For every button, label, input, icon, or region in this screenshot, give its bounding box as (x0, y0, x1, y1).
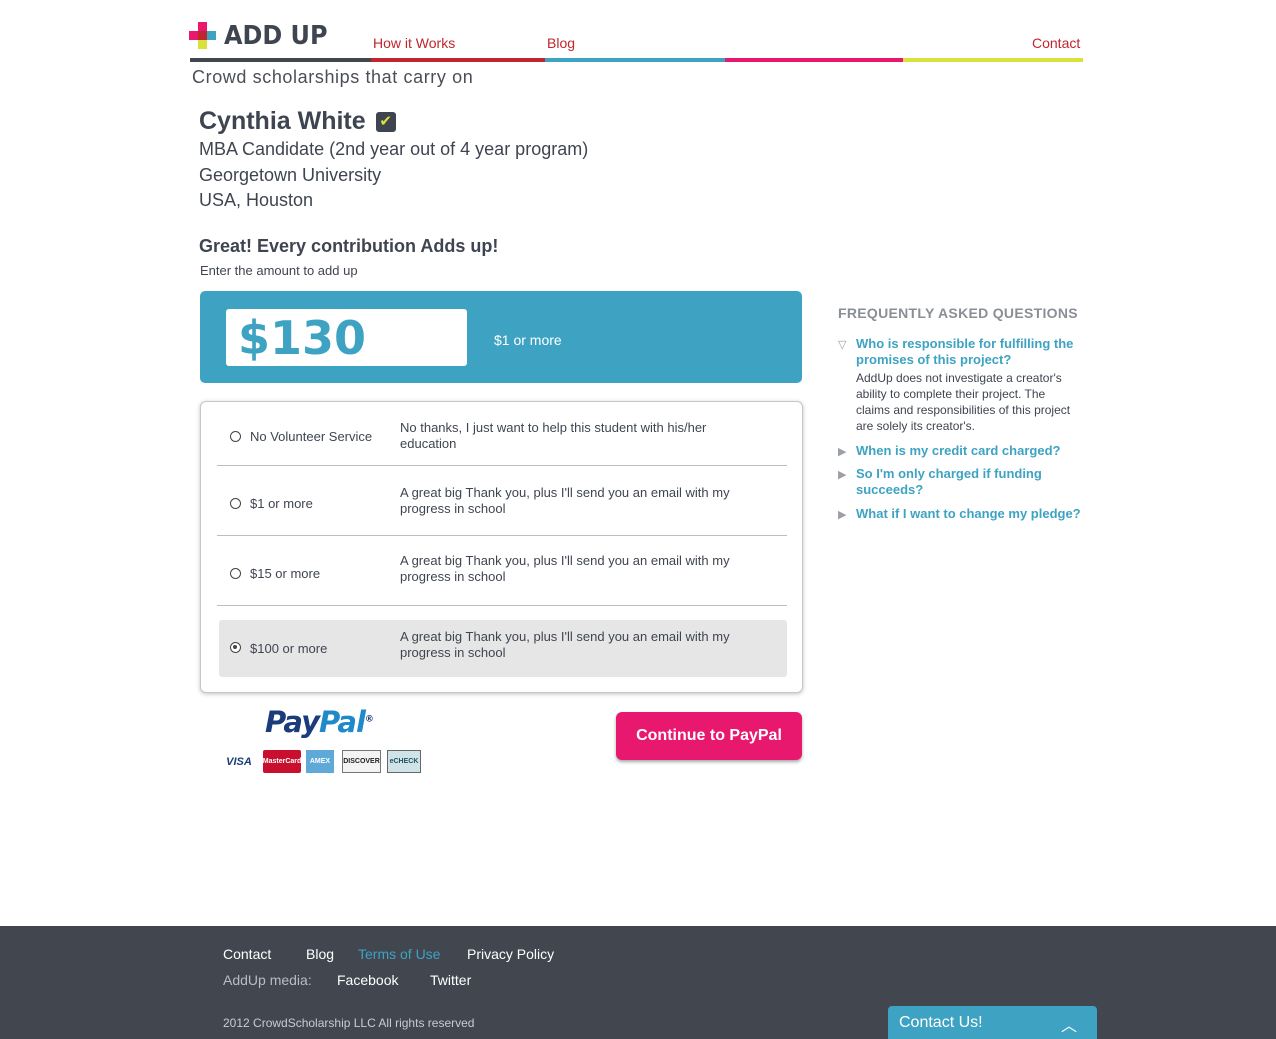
amount-input[interactable] (226, 309, 467, 366)
contact-us-widget[interactable]: Contact Us! ︿ (888, 1006, 1097, 1039)
footer-facebook-link[interactable]: Facebook (337, 972, 398, 988)
nav-bar-segment-magenta (725, 58, 903, 62)
faq-title: FREQUENTLY ASKED QUESTIONS (838, 305, 1078, 321)
contact-us-label: Contact Us! (899, 1014, 983, 1031)
reward-option[interactable]: $1 or more A great big Thank you, plus I… (217, 466, 787, 536)
reward-label: $100 or more (250, 641, 328, 656)
amount-hint: $1 or more (494, 332, 562, 348)
reward-option[interactable]: No Volunteer Service No thanks, I just w… (217, 402, 787, 466)
reward-options: No Volunteer Service No thanks, I just w… (200, 401, 803, 693)
student-program: MBA Candidate (2nd year out of 4 year pr… (199, 139, 589, 159)
reward-description: A great big Thank you, plus I'll send yo… (400, 485, 730, 516)
logo[interactable]: ADD UP (189, 21, 337, 51)
logo-mark-icon (189, 22, 217, 50)
triangle-right-icon[interactable]: ▶ (838, 445, 846, 458)
amount-panel: $1 or more (200, 291, 802, 383)
faq-question[interactable]: What if I want to change my pledge? (856, 506, 1086, 522)
faq-answer: AddUp does not investigate a creator's a… (856, 371, 1071, 433)
nav-blog[interactable]: Blog (547, 35, 575, 51)
student-location: USA, Houston (199, 190, 314, 210)
reward-option[interactable]: $15 or more A great big Thank you, plus … (217, 536, 787, 606)
footer-copyright: 2012 CrowdScholarship LLC All rights res… (223, 1016, 475, 1030)
contribution-subtitle: Enter the amount to add up (200, 263, 358, 278)
reward-label: $15 or more (250, 566, 321, 581)
triangle-right-icon[interactable]: ▶ (838, 468, 846, 481)
nav-bar-segment-blue (545, 58, 725, 62)
reward-description: A great big Thank you, plus I'll send yo… (400, 629, 730, 660)
nav-bar-segment-yellow (903, 58, 1083, 62)
chevron-up-icon[interactable]: ︿ (1061, 1012, 1077, 1036)
footer-blog-link[interactable]: Blog (306, 946, 334, 962)
footer-twitter-link[interactable]: Twitter (430, 972, 471, 988)
footer-contact-link[interactable]: Contact (223, 946, 271, 962)
footer-privacy-link[interactable]: Privacy Policy (467, 946, 554, 962)
reward-radio[interactable] (230, 568, 241, 579)
footer-terms-link[interactable]: Terms of Use (358, 946, 440, 962)
paypal-registered-mark: ® (364, 714, 374, 725)
paypal-logo-pal: Pal (318, 705, 366, 739)
student-school: Georgetown University (199, 165, 382, 185)
amex-card-icon: AMEX (306, 750, 334, 773)
reward-radio[interactable] (230, 498, 241, 509)
reward-description: A great big Thank you, plus I'll send yo… (400, 553, 730, 584)
echeck-icon: eCHECK (387, 750, 421, 773)
triangle-right-icon[interactable]: ▶ (838, 508, 846, 521)
discover-card-icon: DISCOVER (342, 750, 381, 773)
reward-radio-selected[interactable] (230, 642, 241, 653)
continue-to-paypal-button[interactable]: Continue to PayPal (616, 712, 802, 760)
reward-option-selected[interactable]: $100 or more A great big Thank you, plus… (219, 620, 787, 677)
student-name: Cynthia White (199, 107, 366, 135)
faq-question[interactable]: When is my credit card charged? (856, 443, 1086, 459)
logo-text: ADD UP (224, 21, 328, 51)
triangle-down-icon[interactable]: ▽ (838, 338, 846, 351)
mastercard-icon: MasterCard (263, 750, 301, 773)
reward-label: No Volunteer Service (250, 429, 373, 444)
faq-question[interactable]: Who is responsible for fulfilling the pr… (856, 336, 1086, 368)
nav-contact[interactable]: Contact (1032, 35, 1080, 51)
footer-media-label: AddUp media: (223, 972, 312, 988)
check-icon: ✔ (375, 111, 396, 132)
faq-question[interactable]: So I'm only charged if funding succeeds? (856, 466, 1066, 498)
paypal-logo: PayPal® (265, 705, 374, 739)
contribution-title: Great! Every contribution Adds up! (199, 236, 499, 256)
profile-header: Cynthia White ✔ (199, 107, 396, 136)
nav-how-it-works[interactable]: How it Works (373, 35, 455, 51)
paypal-logo-pay: Pay (265, 705, 320, 739)
nav-bar-segment-red (371, 58, 545, 62)
visa-card-icon: VISA (226, 755, 252, 768)
reward-label: $1 or more (250, 496, 313, 511)
nav-bar-segment-dark (190, 58, 371, 62)
reward-radio[interactable] (230, 431, 241, 442)
tagline: Crowd scholarships that carry on (192, 67, 474, 87)
reward-description: No thanks, I just want to help this stud… (400, 420, 707, 451)
